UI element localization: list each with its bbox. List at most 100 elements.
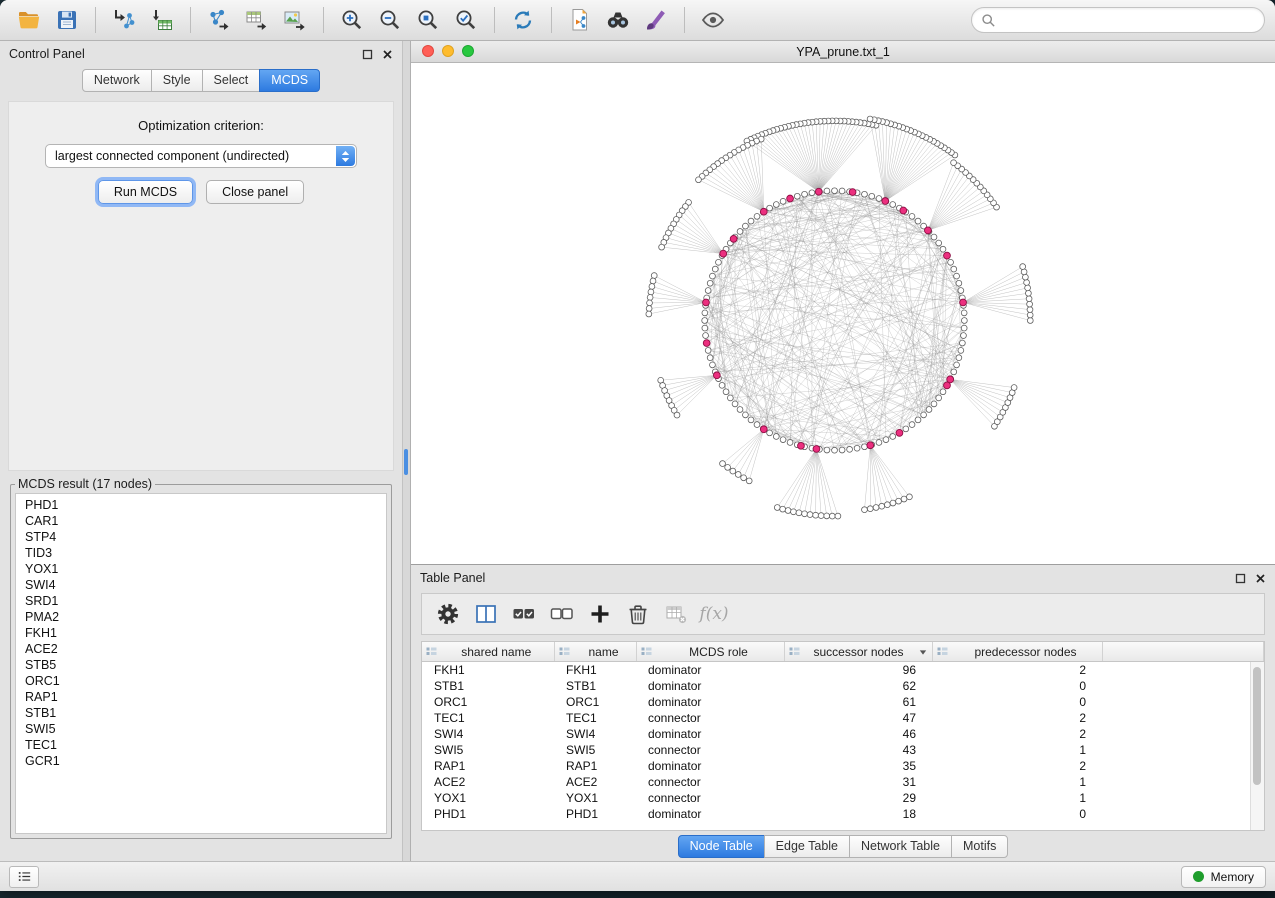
cell-predecessor_nodes[interactable]: 2	[932, 662, 1102, 679]
cell-predecessor_nodes[interactable]: 2	[932, 710, 1102, 726]
list-item[interactable]: ORC1	[16, 673, 386, 689]
maximize-window-button[interactable]	[462, 45, 474, 57]
list-item[interactable]: RAP1	[16, 689, 386, 705]
column-header-predecessor-nodes[interactable]: predecessor nodes	[932, 642, 1102, 662]
sort-icon[interactable]	[789, 646, 800, 657]
sort-icon[interactable]	[426, 646, 437, 657]
cell-predecessor_nodes[interactable]: 0	[932, 806, 1102, 822]
table-row[interactable]: STB1STB1dominator620	[422, 678, 1264, 694]
cell-successor_nodes[interactable]: 46	[784, 726, 932, 742]
cell-name[interactable]: RAP1	[554, 758, 636, 774]
cell-mcds_role[interactable]: dominator	[636, 806, 784, 822]
tab-network[interactable]: Network	[82, 69, 152, 92]
panel-close-button[interactable]	[382, 49, 393, 60]
column-header-MCDS-role[interactable]: MCDS role	[636, 642, 784, 662]
trash-button[interactable]	[620, 598, 656, 630]
table-row[interactable]: ACE2ACE2connector311	[422, 774, 1264, 790]
zoom-actual-button[interactable]	[409, 3, 447, 37]
cell-predecessor_nodes[interactable]: 0	[932, 694, 1102, 710]
panel-resize-handle[interactable]	[404, 449, 408, 475]
table-row[interactable]: SWI5SWI5connector431	[422, 742, 1264, 758]
zoom-fit-button[interactable]	[447, 3, 485, 37]
cell-successor_nodes[interactable]: 18	[784, 806, 932, 822]
zoom-in-button[interactable]	[333, 3, 371, 37]
search-input[interactable]	[1002, 12, 1255, 28]
cell-shared_name[interactable]: STB1	[422, 678, 554, 694]
cell-predecessor_nodes[interactable]: 2	[932, 758, 1102, 774]
tab-select[interactable]: Select	[202, 69, 261, 92]
export-table-button[interactable]	[238, 3, 276, 37]
list-item[interactable]: GCR1	[16, 753, 386, 769]
list-item[interactable]: SWI5	[16, 721, 386, 737]
list-item[interactable]: ACE2	[16, 641, 386, 657]
plus-button[interactable]	[582, 598, 618, 630]
run-mcds-button[interactable]: Run MCDS	[98, 180, 193, 204]
cell-shared_name[interactable]: ACE2	[422, 774, 554, 790]
export-image-button[interactable]	[276, 3, 314, 37]
refresh-button[interactable]	[504, 3, 542, 37]
table-scrollbar-thumb[interactable]	[1253, 667, 1261, 785]
table-panel-float-button[interactable]	[1235, 573, 1246, 584]
apply-style-button[interactable]	[637, 3, 675, 37]
tab-edge-table[interactable]: Edge Table	[764, 835, 850, 858]
table-row[interactable]: RAP1RAP1dominator352	[422, 758, 1264, 774]
import-table-button[interactable]	[143, 3, 181, 37]
cell-mcds_role[interactable]: connector	[636, 790, 784, 806]
cell-shared_name[interactable]: YOX1	[422, 790, 554, 806]
table-row[interactable]: YOX1YOX1connector291	[422, 790, 1264, 806]
table-row[interactable]: TEC1TEC1connector472	[422, 710, 1264, 726]
cell-mcds_role[interactable]: dominator	[636, 758, 784, 774]
sort-icon[interactable]	[937, 646, 948, 657]
cell-successor_nodes[interactable]: 31	[784, 774, 932, 790]
network-graph[interactable]	[411, 63, 1275, 564]
list-item[interactable]: CAR1	[16, 513, 386, 529]
search-network-button[interactable]	[599, 3, 637, 37]
cell-name[interactable]: FKH1	[554, 662, 636, 679]
show-hide-eye-button[interactable]	[694, 3, 732, 37]
list-item[interactable]: STB5	[16, 657, 386, 673]
memory-button[interactable]: Memory	[1181, 866, 1266, 888]
table-row[interactable]: ORC1ORC1dominator610	[422, 694, 1264, 710]
cell-mcds_role[interactable]: connector	[636, 742, 784, 758]
list-item[interactable]: FKH1	[16, 625, 386, 641]
tab-network-table[interactable]: Network Table	[849, 835, 952, 858]
tab-mcds[interactable]: MCDS	[259, 69, 320, 92]
table-scrollbar[interactable]	[1250, 662, 1264, 830]
cell-predecessor_nodes[interactable]: 1	[932, 774, 1102, 790]
select-all-button[interactable]	[506, 598, 542, 630]
chevron-down-icon[interactable]	[918, 647, 928, 657]
cell-successor_nodes[interactable]: 61	[784, 694, 932, 710]
zoom-out-button[interactable]	[371, 3, 409, 37]
cell-name[interactable]: SWI5	[554, 742, 636, 758]
network-canvas[interactable]	[411, 63, 1275, 564]
list-item[interactable]: TID3	[16, 545, 386, 561]
close-panel-button[interactable]: Close panel	[206, 180, 304, 204]
cell-name[interactable]: ACE2	[554, 774, 636, 790]
tab-motifs[interactable]: Motifs	[951, 835, 1008, 858]
cell-name[interactable]: SWI4	[554, 726, 636, 742]
cell-shared_name[interactable]: SWI5	[422, 742, 554, 758]
list-item[interactable]: SRD1	[16, 593, 386, 609]
search-box[interactable]	[971, 7, 1265, 33]
columns-button[interactable]	[468, 598, 504, 630]
cell-mcds_role[interactable]: dominator	[636, 726, 784, 742]
cell-successor_nodes[interactable]: 29	[784, 790, 932, 806]
cell-shared_name[interactable]: TEC1	[422, 710, 554, 726]
cell-mcds_role[interactable]: connector	[636, 710, 784, 726]
cell-successor_nodes[interactable]: 35	[784, 758, 932, 774]
cell-successor_nodes[interactable]: 47	[784, 710, 932, 726]
show-panels-button[interactable]	[9, 866, 39, 888]
cell-successor_nodes[interactable]: 43	[784, 742, 932, 758]
deselect-all-button[interactable]	[544, 598, 580, 630]
list-item[interactable]: PHD1	[16, 497, 386, 513]
import-network-button[interactable]	[105, 3, 143, 37]
minimize-window-button[interactable]	[442, 45, 454, 57]
cell-successor_nodes[interactable]: 96	[784, 662, 932, 679]
tab-style[interactable]: Style	[151, 69, 203, 92]
cell-shared_name[interactable]: SWI4	[422, 726, 554, 742]
optimization-dropdown[interactable]: largest connected component (undirected)	[45, 144, 357, 168]
open-file-button[interactable]	[10, 3, 48, 37]
table-row[interactable]: SWI4SWI4dominator462	[422, 726, 1264, 742]
cell-shared_name[interactable]: FKH1	[422, 662, 554, 679]
panel-float-button[interactable]	[362, 49, 373, 60]
